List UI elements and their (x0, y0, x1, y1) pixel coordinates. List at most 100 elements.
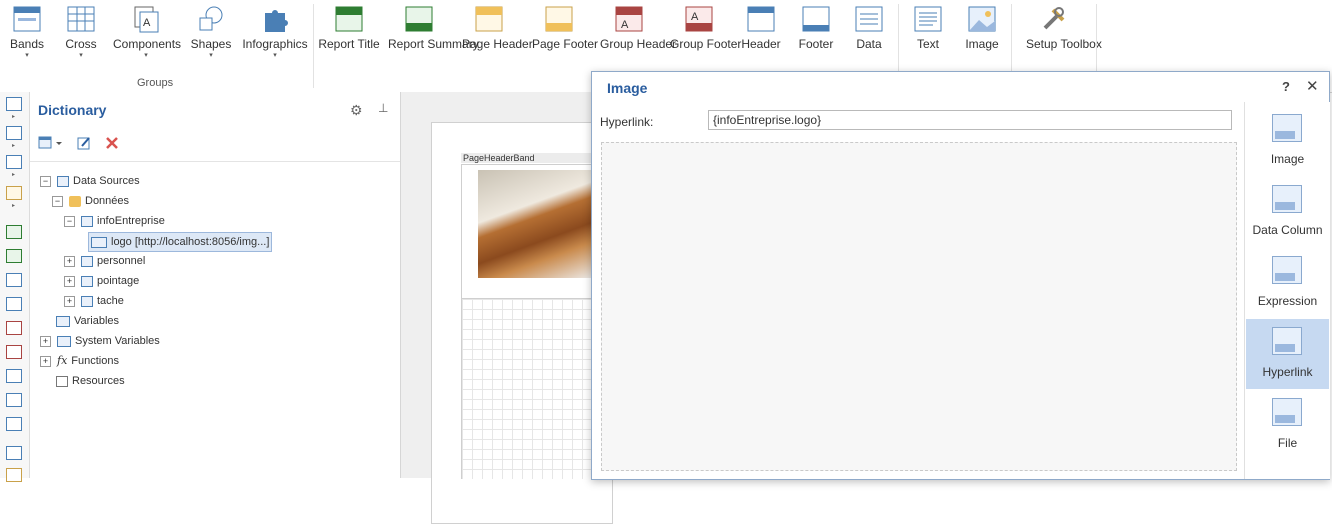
tree-info-entreprise[interactable]: − infoEntreprise (64, 212, 165, 230)
data-button[interactable]: Data (850, 4, 888, 50)
report-summary-icon (404, 4, 434, 34)
data-column-icon (1272, 185, 1302, 213)
tree-pointage[interactable]: + pointage (64, 272, 139, 290)
header-button[interactable]: Header (738, 4, 784, 50)
data-sources-icon (57, 175, 69, 187)
expand-icon[interactable]: + (40, 335, 51, 347)
page-header-button[interactable]: Page Header (462, 4, 533, 50)
puzzle-icon (260, 4, 290, 34)
hyperlink-globe-icon (1272, 327, 1302, 355)
page-tool-icon[interactable] (6, 273, 22, 287)
expand-arrow-icon: ▸ (12, 143, 16, 149)
pin-icon[interactable]: ⊥ (378, 101, 388, 115)
header-tool-icon[interactable] (6, 369, 22, 383)
components-button[interactable]: A Components ▾ (113, 4, 181, 60)
tree-logo-column[interactable]: logo [http://localhost:8056/img...] (88, 232, 273, 252)
tree-system-variables[interactable]: + System Variables (40, 332, 160, 350)
group-header-button[interactable]: A Group Header (600, 4, 676, 50)
option-hyperlink[interactable]: Hyperlink (1246, 319, 1329, 389)
edit-icon[interactable] (76, 135, 92, 154)
tree-donnees[interactable]: − Données (52, 192, 129, 210)
report-title-button[interactable]: Report Title (318, 4, 380, 50)
dialog-body: Hyperlink: (592, 102, 1242, 479)
tree-resources[interactable]: Resources (56, 372, 125, 390)
report-title-icon (334, 4, 364, 34)
infographics-button[interactable]: Infographics ▾ (242, 4, 308, 60)
image-button[interactable]: Image (962, 4, 1002, 50)
option-file[interactable]: File (1246, 390, 1329, 460)
expand-icon[interactable]: + (64, 255, 75, 267)
tree-personnel[interactable]: + personnel (64, 252, 145, 270)
canvas-grid (461, 299, 602, 479)
collapse-icon[interactable]: − (52, 195, 63, 207)
delete-icon[interactable] (104, 135, 120, 154)
table-icon (81, 275, 93, 287)
hyperlink-label: Hyperlink: (600, 115, 654, 129)
setup-toolbox-button[interactable]: Setup Toolbox (1026, 4, 1102, 50)
expand-icon[interactable]: + (64, 295, 75, 307)
report-title-tool-icon[interactable] (6, 225, 22, 239)
expand-arrow-icon: ▸ (12, 114, 16, 120)
image-icon (1272, 114, 1302, 142)
variables-icon (56, 315, 70, 327)
dictionary-panel: Dictionary ⚙ ⊥ − Data Sources − Données − i… (30, 92, 401, 478)
dictionary-toolbar (30, 127, 400, 162)
resources-icon (56, 375, 68, 387)
expand-icon[interactable]: + (64, 275, 75, 287)
tree-variables[interactable]: Variables (56, 312, 119, 330)
group-footer-tool-icon[interactable] (6, 345, 22, 359)
page-footer-button[interactable]: Page Footer (532, 4, 598, 50)
option-image[interactable]: Image (1246, 106, 1329, 176)
svg-text:A: A (143, 17, 151, 29)
shapes-button[interactable]: Shapes ▾ (190, 4, 232, 60)
group-header-icon: A (614, 4, 644, 34)
new-item-icon[interactable] (38, 135, 62, 154)
option-data-column[interactable]: Data Column (1246, 177, 1329, 247)
option-expression[interactable]: Expression (1246, 248, 1329, 318)
text-button[interactable]: Text (910, 4, 946, 50)
group-header-tool-icon[interactable] (6, 321, 22, 335)
design-canvas[interactable]: PageHeaderBand (401, 92, 613, 524)
collapse-icon[interactable]: − (40, 175, 51, 187)
bands-icon (12, 4, 42, 34)
footer-button[interactable]: Footer (794, 4, 838, 50)
report-summary-tool-icon[interactable] (6, 249, 22, 263)
table-icon (81, 255, 93, 267)
components-tool-icon[interactable] (6, 155, 22, 169)
dictionary-title: Dictionary (38, 102, 107, 118)
table-icon (81, 295, 93, 307)
shapes-icon (196, 4, 226, 34)
text-tool-icon[interactable] (6, 446, 22, 460)
tree-functions[interactable]: + fx Functions (40, 352, 119, 370)
table-icon (81, 215, 93, 227)
page-header-icon (474, 4, 504, 34)
components-icon: A (131, 4, 161, 34)
tree-data-sources[interactable]: − Data Sources (40, 172, 140, 190)
cross-tab-icon (66, 4, 96, 34)
footer-tool-icon[interactable] (6, 393, 22, 407)
expand-icon[interactable]: + (40, 355, 51, 367)
hyperlink-input[interactable] (708, 110, 1232, 130)
cross-tool-icon[interactable] (6, 126, 22, 140)
bands-button[interactable]: Bands ▾ (8, 4, 46, 60)
help-button[interactable]: ? (1282, 79, 1290, 94)
data-tool-icon[interactable] (6, 417, 22, 431)
group-footer-button[interactable]: A Group Footer (670, 4, 741, 50)
report-summary-button[interactable]: Report Summary (388, 4, 479, 50)
page-list-tool-icon[interactable] (6, 297, 22, 311)
function-fx-icon: fx (57, 354, 68, 367)
band-tool-icon[interactable] (6, 97, 22, 111)
dialog-title: Image (607, 80, 648, 96)
svg-text:A: A (691, 11, 699, 23)
shapes-tool-icon[interactable] (6, 186, 22, 200)
gear-icon[interactable]: ⚙ (350, 102, 363, 119)
close-icon[interactable]: ✕ (1306, 77, 1319, 95)
collapse-icon[interactable]: − (64, 215, 75, 227)
expand-arrow-icon: ▸ (12, 203, 16, 209)
image-tool-icon[interactable] (6, 468, 22, 482)
text-icon (913, 4, 943, 34)
cross-button[interactable]: Cross ▾ (62, 4, 100, 60)
source-options: Image Data Column Expression Hyperlink F… (1244, 102, 1330, 479)
logo-image[interactable] (478, 170, 598, 278)
tree-tache[interactable]: + tache (64, 292, 124, 310)
